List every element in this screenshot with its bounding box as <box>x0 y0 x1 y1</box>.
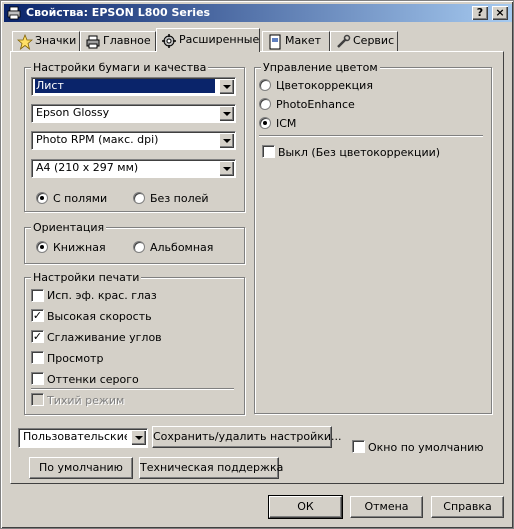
paper-source-select[interactable]: Лист <box>31 77 236 96</box>
icm-label[interactable]: ICM <box>276 117 296 130</box>
tab-icons[interactable]: Значки <box>12 31 80 51</box>
tab-service[interactable]: Сервис <box>330 31 398 51</box>
settings-icon <box>162 34 176 48</box>
group-title: Управление цветом <box>261 61 380 74</box>
select-value: Photo RPM (макс. dpi) <box>36 133 159 146</box>
group-title: Настройки бумаги и качества <box>31 61 209 74</box>
quiet-mode-checkbox <box>31 393 44 406</box>
select-value: Epson Glossy <box>36 106 110 119</box>
color-correction-radio[interactable] <box>259 79 271 91</box>
window-title: Свойства: EPSON L800 Series <box>26 6 211 19</box>
color-off-checkbox[interactable] <box>262 145 275 158</box>
grayscale-checkbox[interactable] <box>31 372 44 385</box>
printer-icon <box>86 35 100 49</box>
page-layout-icon <box>269 34 281 50</box>
ok-button[interactable]: ОК <box>268 495 343 519</box>
print-quality-select[interactable]: Photo RPM (макс. dpi) <box>31 131 236 150</box>
preview-checkbox[interactable] <box>31 351 44 364</box>
photoenhance-radio[interactable] <box>259 98 271 110</box>
divider <box>31 388 234 390</box>
high-speed-label[interactable]: Высокая скорость <box>47 310 152 323</box>
select-value: A4 (210 x 297 мм) <box>36 161 139 174</box>
high-speed-checkbox[interactable]: ✓ <box>31 309 44 322</box>
paper-size-select[interactable]: A4 (210 x 297 мм) <box>31 159 236 178</box>
borderless-radio[interactable] <box>133 192 145 204</box>
close-button[interactable]: × <box>492 6 508 20</box>
edge-smoothing-label[interactable]: Сглаживание углов <box>47 331 162 344</box>
support-button[interactable]: Техническая поддержка <box>139 457 283 479</box>
star-icon <box>17 34 33 50</box>
tab-layout[interactable]: Макет <box>262 31 330 51</box>
media-type-select[interactable]: Epson Glossy <box>31 104 236 123</box>
title-bar: Свойства: EPSON L800 Series ? × <box>4 4 512 22</box>
portrait-label[interactable]: Книжная <box>53 241 106 254</box>
red-eye-label[interactable]: Исп. эф. крас. глаз <box>47 289 157 302</box>
with-margins-label[interactable]: С полями <box>53 192 107 205</box>
tab-label: Макет <box>285 34 322 47</box>
tools-icon <box>337 34 351 48</box>
chevron-down-icon[interactable] <box>219 161 234 176</box>
help-button[interactable]: Справка <box>431 496 504 518</box>
group-title: Ориентация <box>31 221 107 234</box>
color-off-label[interactable]: Выкл (Без цветокоррекции) <box>278 146 440 159</box>
tab-label: Значки <box>35 34 77 47</box>
tab-label: Расширенные <box>179 33 260 46</box>
edge-smoothing-checkbox[interactable]: ✓ <box>31 330 44 343</box>
tab-advanced[interactable]: Расширенные <box>156 28 260 52</box>
cancel-button[interactable]: Отмена <box>350 496 423 518</box>
preview-label[interactable]: Просмотр <box>47 352 103 365</box>
save-delete-settings-button[interactable]: Сохранить/удалить настройки... <box>152 426 342 448</box>
help-title-button[interactable]: ? <box>472 6 488 20</box>
chevron-down-icon[interactable] <box>219 79 234 94</box>
custom-settings-select[interactable]: Пользовательские <box>18 428 148 448</box>
select-value: Пользовательские <box>23 430 127 443</box>
borderless-label[interactable]: Без полей <box>150 192 209 205</box>
icm-radio[interactable] <box>259 117 271 129</box>
quiet-mode-label: Тихий режим <box>47 394 125 407</box>
landscape-radio[interactable] <box>133 241 145 253</box>
default-window-label[interactable]: Окно по умолчанию <box>368 441 484 454</box>
red-eye-checkbox[interactable] <box>31 289 44 302</box>
defaults-button[interactable]: По умолчанию <box>29 457 133 479</box>
select-value: Лист <box>35 79 215 93</box>
tab-label: Сервис <box>353 34 395 47</box>
grayscale-label[interactable]: Оттенки серого <box>47 373 139 386</box>
landscape-label[interactable]: Альбомная <box>150 241 213 254</box>
chevron-down-icon[interactable] <box>219 106 234 121</box>
tab-main[interactable]: Главное <box>80 31 156 51</box>
tab-label: Главное <box>103 34 151 47</box>
chevron-down-icon[interactable] <box>219 133 234 148</box>
divider <box>259 135 483 137</box>
photoenhance-label[interactable]: PhotoEnhance <box>276 98 355 111</box>
chevron-down-icon[interactable] <box>131 430 146 445</box>
color-correction-label[interactable]: Цветокоррекция <box>276 79 373 92</box>
printer-icon <box>7 6 21 20</box>
portrait-radio[interactable] <box>36 241 48 253</box>
default-window-checkbox[interactable] <box>352 440 365 453</box>
group-title: Настройки печати <box>31 271 142 284</box>
with-margins-radio[interactable] <box>36 192 48 204</box>
